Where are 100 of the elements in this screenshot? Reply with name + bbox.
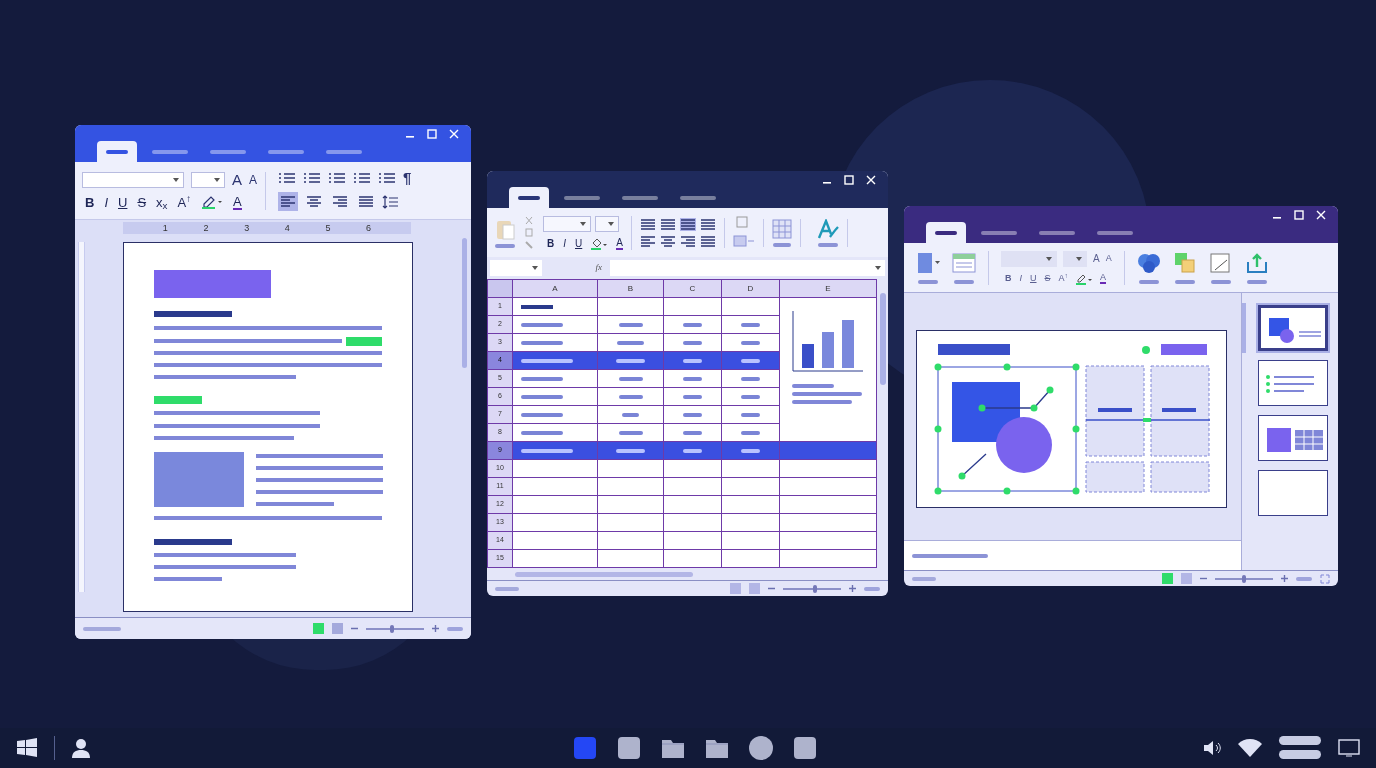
horizontal-scrollbar[interactable] (515, 571, 693, 577)
zoom-out-icon[interactable] (351, 625, 358, 632)
table-cell[interactable] (722, 370, 780, 388)
format-button[interactable]: A (232, 172, 242, 187)
table-cell[interactable] (722, 550, 780, 568)
table-cell[interactable] (722, 316, 780, 334)
shapes-icon[interactable] (1136, 251, 1161, 274)
align-icon[interactable] (679, 217, 696, 231)
dropdown[interactable] (1063, 250, 1087, 267)
table-cell[interactable] (780, 514, 877, 532)
edit-shape-icon[interactable] (1208, 251, 1233, 274)
format-button[interactable]: I (563, 238, 566, 249)
table-cell[interactable] (598, 442, 664, 460)
vertical-scrollbar[interactable] (462, 238, 467, 368)
table-cell[interactable] (722, 388, 780, 406)
table-cell[interactable] (513, 424, 598, 442)
format-button[interactable]: B (85, 195, 95, 209)
table-cell[interactable] (780, 550, 877, 568)
format-button[interactable]: A (249, 173, 258, 186)
maximize-icon[interactable] (427, 129, 437, 139)
align-icon[interactable] (639, 217, 656, 231)
table-cell[interactable] (664, 388, 722, 406)
table-cell[interactable] (598, 496, 664, 514)
table-cell[interactable] (513, 442, 598, 460)
table-cell[interactable] (722, 460, 780, 478)
new-slide-icon[interactable] (916, 251, 940, 274)
table-cell[interactable] (513, 316, 598, 334)
multilevel-list-icon[interactable] (328, 171, 347, 184)
tab[interactable] (97, 141, 137, 162)
slider-thumb[interactable] (390, 624, 395, 633)
zoom-slider[interactable] (366, 627, 424, 630)
format-button[interactable]: U (1030, 274, 1037, 283)
text-style-icon[interactable] (816, 218, 839, 239)
table-cell[interactable] (780, 460, 877, 478)
column-header[interactable]: C (664, 280, 722, 298)
merge-cells-icon[interactable] (732, 215, 755, 250)
table-cell[interactable] (722, 424, 780, 442)
table-cell[interactable] (780, 442, 877, 460)
column-header[interactable]: B (598, 280, 664, 298)
column-header[interactable]: D (722, 280, 780, 298)
pilcrow-button[interactable]: ¶ (403, 170, 412, 185)
align-icon[interactable] (659, 217, 676, 231)
table-cell[interactable] (722, 298, 780, 316)
tab[interactable] (926, 222, 966, 243)
table-cell[interactable] (722, 352, 780, 370)
table-cell[interactable] (513, 298, 598, 316)
tab[interactable] (509, 187, 549, 208)
monitor-icon[interactable] (1338, 739, 1360, 757)
table-cell[interactable] (780, 478, 877, 496)
format-button[interactable]: I (104, 195, 108, 209)
decrease-indent-icon[interactable] (353, 171, 372, 184)
format-button[interactable]: U (118, 195, 128, 209)
table-cell[interactable] (664, 532, 722, 550)
table-cell[interactable] (513, 406, 598, 424)
table-cell[interactable] (664, 550, 722, 568)
table-cell[interactable] (722, 514, 780, 532)
format-button[interactable]: x$_{x}$ (156, 195, 168, 209)
windows-logo-icon[interactable] (16, 737, 38, 759)
table-cell[interactable] (598, 334, 664, 352)
slide-thumbnail[interactable] (1258, 305, 1328, 351)
table-cell[interactable] (664, 478, 722, 496)
table-cell[interactable] (664, 352, 722, 370)
table-cell[interactable] (598, 298, 664, 316)
zoom-in-icon[interactable] (1281, 575, 1288, 582)
table-cell[interactable] (513, 496, 598, 514)
table-cell[interactable] (513, 334, 598, 352)
table-cell[interactable] (664, 298, 722, 316)
format-button[interactable]: B (1005, 274, 1012, 283)
table-cell[interactable] (780, 496, 877, 514)
app-tile-icon[interactable] (793, 736, 817, 760)
table-cell[interactable] (722, 496, 780, 514)
share-icon[interactable] (1244, 251, 1269, 274)
column-header[interactable]: A (513, 280, 598, 298)
table-cell[interactable] (722, 334, 780, 352)
table-cell[interactable] (513, 532, 598, 550)
slide-thumbnail[interactable] (1258, 360, 1328, 406)
slide-thumbnail[interactable] (1258, 415, 1328, 461)
format-button[interactable]: A$^{↑}$ (1058, 274, 1068, 283)
maximize-icon[interactable] (844, 175, 854, 185)
close-icon[interactable] (866, 175, 876, 185)
app-circle-icon[interactable] (749, 736, 773, 760)
zoom-slider[interactable] (1215, 577, 1273, 580)
table-cell[interactable] (598, 352, 664, 370)
zoom-out-icon[interactable] (1200, 575, 1207, 582)
table-cell[interactable] (513, 352, 598, 370)
zoom-out-icon[interactable] (768, 585, 775, 592)
table-cell[interactable] (780, 532, 877, 550)
align-icon[interactable] (679, 234, 696, 248)
table-cell[interactable] (664, 442, 722, 460)
zoom-in-icon[interactable] (432, 625, 439, 632)
formula-input[interactable] (610, 260, 885, 276)
table-cell[interactable] (513, 514, 598, 532)
table-cell[interactable] (664, 514, 722, 532)
format-button[interactable]: S (1044, 274, 1051, 283)
table-cell[interactable] (722, 442, 780, 460)
table-cell[interactable] (664, 370, 722, 388)
format-button[interactable]: S (137, 195, 147, 209)
table-cell[interactable] (598, 478, 664, 496)
table-cell[interactable] (664, 316, 722, 334)
column-header[interactable]: E (780, 280, 877, 298)
